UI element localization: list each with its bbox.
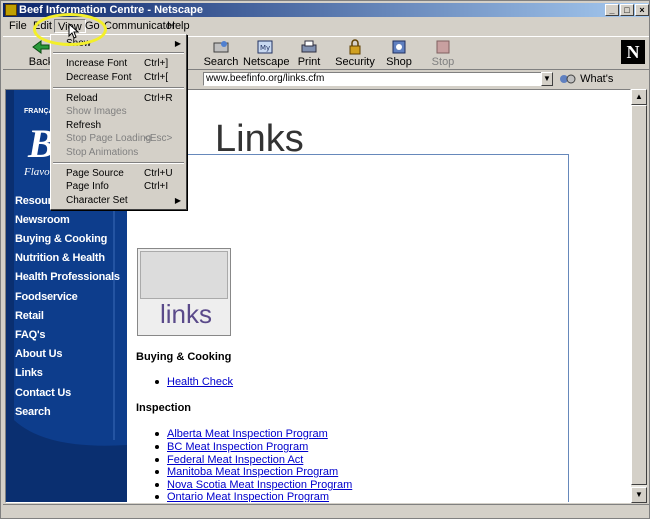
- link-bc-inspection[interactable]: BC Meat Inspection Program: [167, 441, 308, 453]
- nav-faqs[interactable]: FAQ's: [15, 329, 46, 341]
- menu-help[interactable]: Help: [164, 19, 193, 33]
- search-icon: [213, 41, 229, 53]
- list-item: Federal Meat Inspection Act: [155, 454, 303, 466]
- security-button[interactable]: Security: [333, 39, 377, 69]
- scroll-down-button[interactable]: ▼: [631, 487, 647, 503]
- whats-related-icon: [560, 74, 576, 84]
- print-icon: [301, 40, 317, 53]
- menu-item-decrease-font[interactable]: Decrease Font Ctrl+[: [51, 71, 186, 84]
- menu-item-stop-animations[interactable]: Stop Animations: [51, 146, 186, 159]
- submenu-arrow-icon: ▶: [174, 39, 181, 48]
- link-ontario-inspection[interactable]: Ontario Meat Inspection Program: [167, 491, 329, 502]
- netscape-app-icon: [5, 4, 17, 16]
- scroll-up-button[interactable]: ▲: [631, 89, 647, 105]
- nav-health-professionals[interactable]: Health Professionals: [15, 271, 120, 283]
- url-input[interactable]: www.beefinfo.org/links.cfm: [203, 72, 543, 86]
- title-bar: Beef Information Centre - Netscape _ □ ×: [3, 3, 649, 17]
- link-federal-inspection-act[interactable]: Federal Meat Inspection Act: [167, 454, 303, 466]
- links-banner-image: links: [137, 248, 231, 336]
- nav-nutrition-health[interactable]: Nutrition & Health: [15, 252, 105, 264]
- nav-about-us[interactable]: About Us: [15, 348, 62, 360]
- minimize-button[interactable]: _: [605, 4, 619, 16]
- menu-item-stop-page-loading[interactable]: Stop Page Loading <Esc>: [51, 132, 186, 145]
- list-item: BC Meat Inspection Program: [155, 441, 308, 453]
- svg-text:My: My: [260, 44, 270, 52]
- list-item: Health Check: [155, 376, 233, 388]
- menu-item-increase-font[interactable]: Increase Font Ctrl+]: [51, 57, 186, 70]
- mouse-cursor-icon: [68, 23, 80, 39]
- netscape-home-icon: My: [257, 40, 273, 54]
- netscape-logo[interactable]: N: [621, 40, 645, 64]
- netscape-button[interactable]: My Netscape: [243, 39, 289, 69]
- menu-item-show-images[interactable]: Show Images: [51, 105, 186, 118]
- menu-separator: [53, 162, 184, 164]
- whats-related-button[interactable]: What's Related: [559, 71, 649, 101]
- shop-icon: [392, 40, 406, 54]
- maximize-button[interactable]: □: [620, 4, 634, 16]
- list-item: Ontario Meat Inspection Program: [155, 491, 329, 502]
- close-button[interactable]: ×: [635, 4, 649, 16]
- nav-buying-cooking[interactable]: Buying & Cooking: [15, 233, 107, 245]
- section-heading-inspection: Inspection: [136, 402, 192, 414]
- vertical-scrollbar[interactable]: ▲ ▼: [631, 89, 647, 503]
- url-dropdown-button[interactable]: ▼: [541, 72, 553, 86]
- links-image-word: links: [160, 299, 213, 329]
- submenu-arrow-icon: ▶: [174, 196, 181, 205]
- nav-links[interactable]: Links: [15, 367, 43, 379]
- browser-window: Beef Information Centre - Netscape _ □ ×…: [0, 0, 650, 519]
- menu-file[interactable]: File: [6, 19, 30, 33]
- stop-icon: [436, 40, 450, 54]
- search-button[interactable]: Search: [199, 39, 243, 69]
- nav-contact-us[interactable]: Contact Us: [15, 387, 71, 399]
- section-heading-buying-cooking: Buying & Cooking: [136, 351, 232, 363]
- window-title: Beef Information Centre - Netscape: [19, 4, 203, 16]
- browser-screenshot-thumbnail: [140, 251, 228, 299]
- nav-foodservice[interactable]: Foodservice: [15, 291, 78, 303]
- shop-button[interactable]: Shop: [377, 39, 421, 69]
- nav-search[interactable]: Search: [15, 406, 51, 418]
- menu-item-reload[interactable]: Reload Ctrl+R: [51, 92, 186, 105]
- status-bar: [3, 504, 649, 518]
- list-item: Manitoba Meat Inspection Program: [155, 466, 338, 478]
- nav-newsroom[interactable]: Newsroom: [15, 214, 70, 226]
- main-content: Links links Buying & Cooking Health Chec…: [127, 90, 630, 502]
- menu-item-character-set[interactable]: Character Set ▶: [51, 194, 186, 207]
- menu-separator: [53, 87, 184, 89]
- list-item: Nova Scotia Meat Inspection Program: [155, 479, 352, 491]
- link-alberta-inspection[interactable]: Alberta Meat Inspection Program: [167, 428, 328, 440]
- security-lock-icon: [349, 39, 361, 55]
- view-menu-dropdown: Show ▶ Increase Font Ctrl+] Decrease Font C…: [50, 34, 187, 210]
- print-button[interactable]: Print: [287, 39, 331, 69]
- link-manitoba-inspection[interactable]: Manitoba Meat Inspection Program: [167, 466, 338, 478]
- menu-item-page-info[interactable]: Page Info Ctrl+I: [51, 180, 186, 193]
- list-item: Alberta Meat Inspection Program: [155, 428, 328, 440]
- menu-separator: [53, 52, 184, 54]
- link-nova-scotia-inspection[interactable]: Nova Scotia Meat Inspection Program: [167, 479, 352, 491]
- scroll-thumb[interactable]: [631, 105, 647, 485]
- link-health-check[interactable]: Health Check: [167, 376, 233, 388]
- menu-item-refresh[interactable]: Refresh: [51, 119, 186, 132]
- page-title: Links: [215, 118, 304, 160]
- stop-button[interactable]: Stop: [421, 39, 465, 69]
- nav-retail[interactable]: Retail: [15, 310, 44, 322]
- menu-item-page-source[interactable]: Page Source Ctrl+U: [51, 167, 186, 180]
